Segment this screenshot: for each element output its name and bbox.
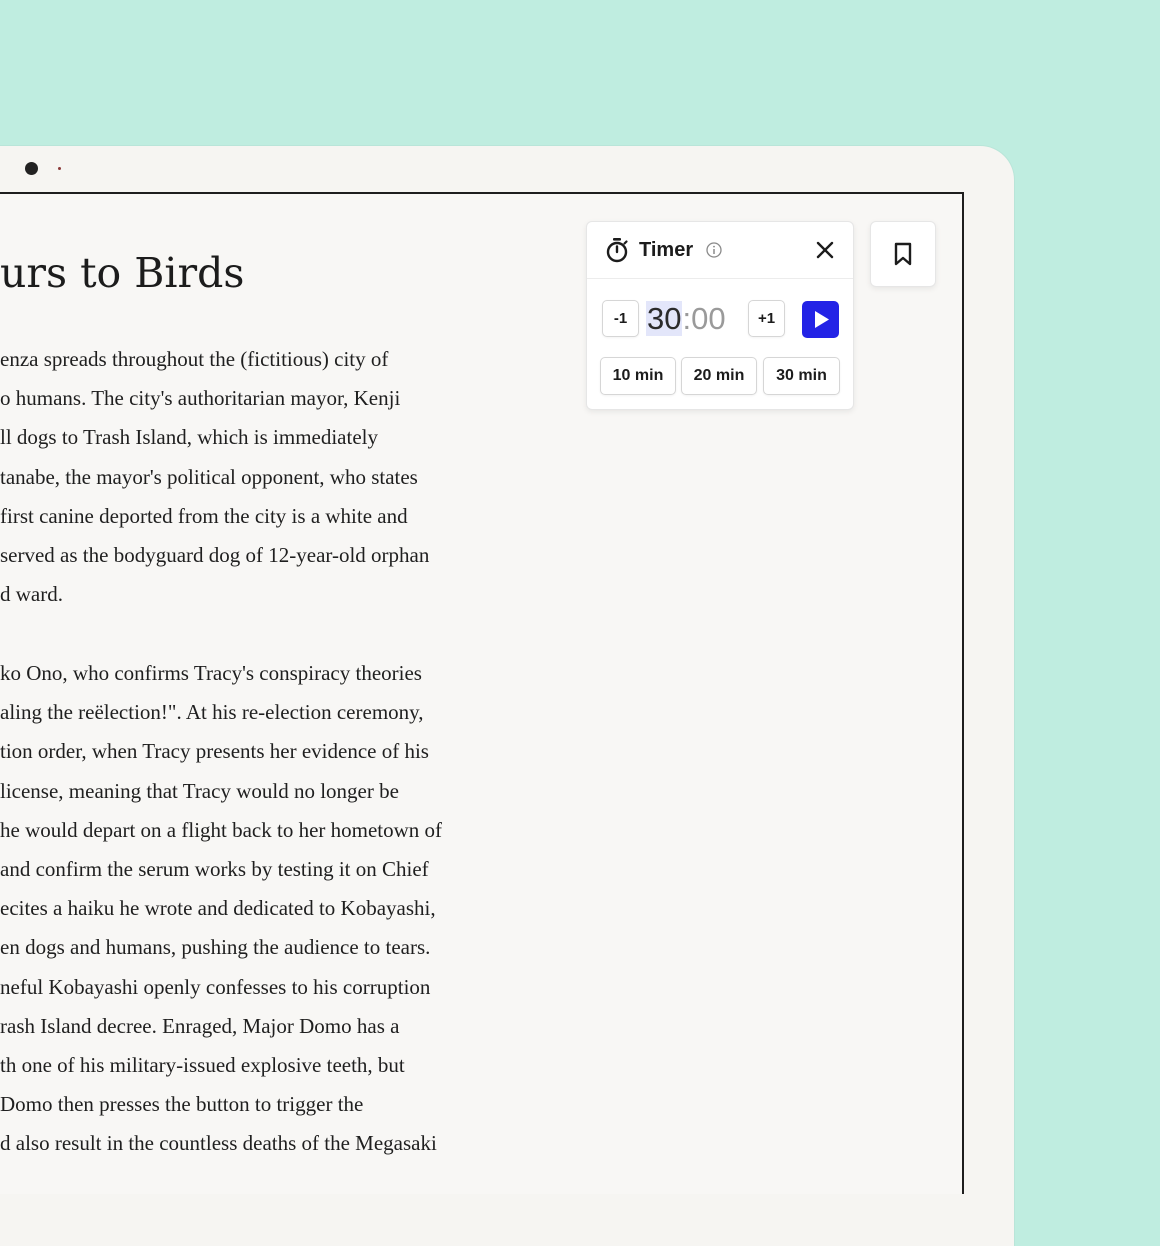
paragraph-1: enza spreads throughout the (fictitious)… — [0, 340, 429, 614]
text-line: o humans. The city's authoritarian mayor… — [0, 386, 401, 411]
timer-header: Timer — [587, 222, 853, 279]
text-line: ko Ono, who confirms Tracy's conspiracy … — [0, 661, 422, 685]
text-line: th one of his military-issued explosive … — [0, 1052, 405, 1077]
preset-30-min-button[interactable]: 30 min — [763, 357, 840, 395]
stopwatch-icon — [606, 238, 628, 263]
seconds-field[interactable]: 00 — [691, 301, 725, 336]
text-line: ecites a haiku he wrote and dedicated to… — [0, 896, 436, 921]
text-line: neful Kobayashi openly confesses to his … — [0, 974, 431, 999]
sensor-light — [58, 167, 61, 170]
text-line: license, meaning that Tracy would no lon… — [0, 778, 399, 803]
text-line: rash Island decree. Enraged, Major Domo … — [0, 1013, 400, 1038]
time-display[interactable]: 30:00 — [646, 300, 726, 337]
text-line: and confirm the serum works by testing i… — [0, 856, 429, 881]
timer-panel: Timer -1 30:00 +1 10 min 20 min 30 min — [586, 221, 854, 410]
bookmark-button[interactable] — [870, 221, 936, 287]
text-line: d also result in the countless deaths of… — [0, 1131, 437, 1156]
info-icon[interactable] — [706, 242, 722, 258]
timer-title: Timer — [639, 239, 694, 261]
preset-10-min-button[interactable]: 10 min — [600, 357, 676, 395]
text-line: tion order, when Tracy presents her evid… — [0, 739, 429, 764]
time-separator: : — [682, 301, 692, 336]
paragraph-2: ko Ono, who confirms Tracy's conspiracy … — [0, 654, 442, 1163]
play-button[interactable] — [802, 301, 839, 338]
chapter-title: urs to Birds — [0, 249, 245, 297]
text-line: enza spreads throughout the (fictitious)… — [0, 347, 389, 371]
decrement-minute-button[interactable]: -1 — [602, 300, 639, 337]
text-line: aling the reëlection!". At his re-electi… — [0, 700, 424, 725]
minutes-field[interactable]: 30 — [646, 301, 683, 336]
close-icon[interactable] — [814, 239, 836, 261]
play-icon — [815, 311, 829, 328]
text-line: tanabe, the mayor's political opponent, … — [0, 464, 418, 489]
bookmark-icon — [894, 242, 912, 266]
text-line: d ward. — [0, 582, 63, 607]
text-line: ll dogs to Trash Island, which is immedi… — [0, 425, 378, 450]
text-line: he would depart on a flight back to her … — [0, 817, 443, 842]
preset-20-min-button[interactable]: 20 min — [681, 357, 757, 395]
text-line: served as the bodyguard dog of 12-year-o… — [0, 542, 430, 567]
text-line: first canine deported from the city is a… — [0, 503, 408, 528]
text-line: en dogs and humans, pushing the audience… — [0, 935, 431, 960]
increment-minute-button[interactable]: +1 — [748, 300, 785, 337]
camera — [25, 162, 38, 175]
text-line: Domo then presses the button to trigger … — [0, 1092, 364, 1117]
